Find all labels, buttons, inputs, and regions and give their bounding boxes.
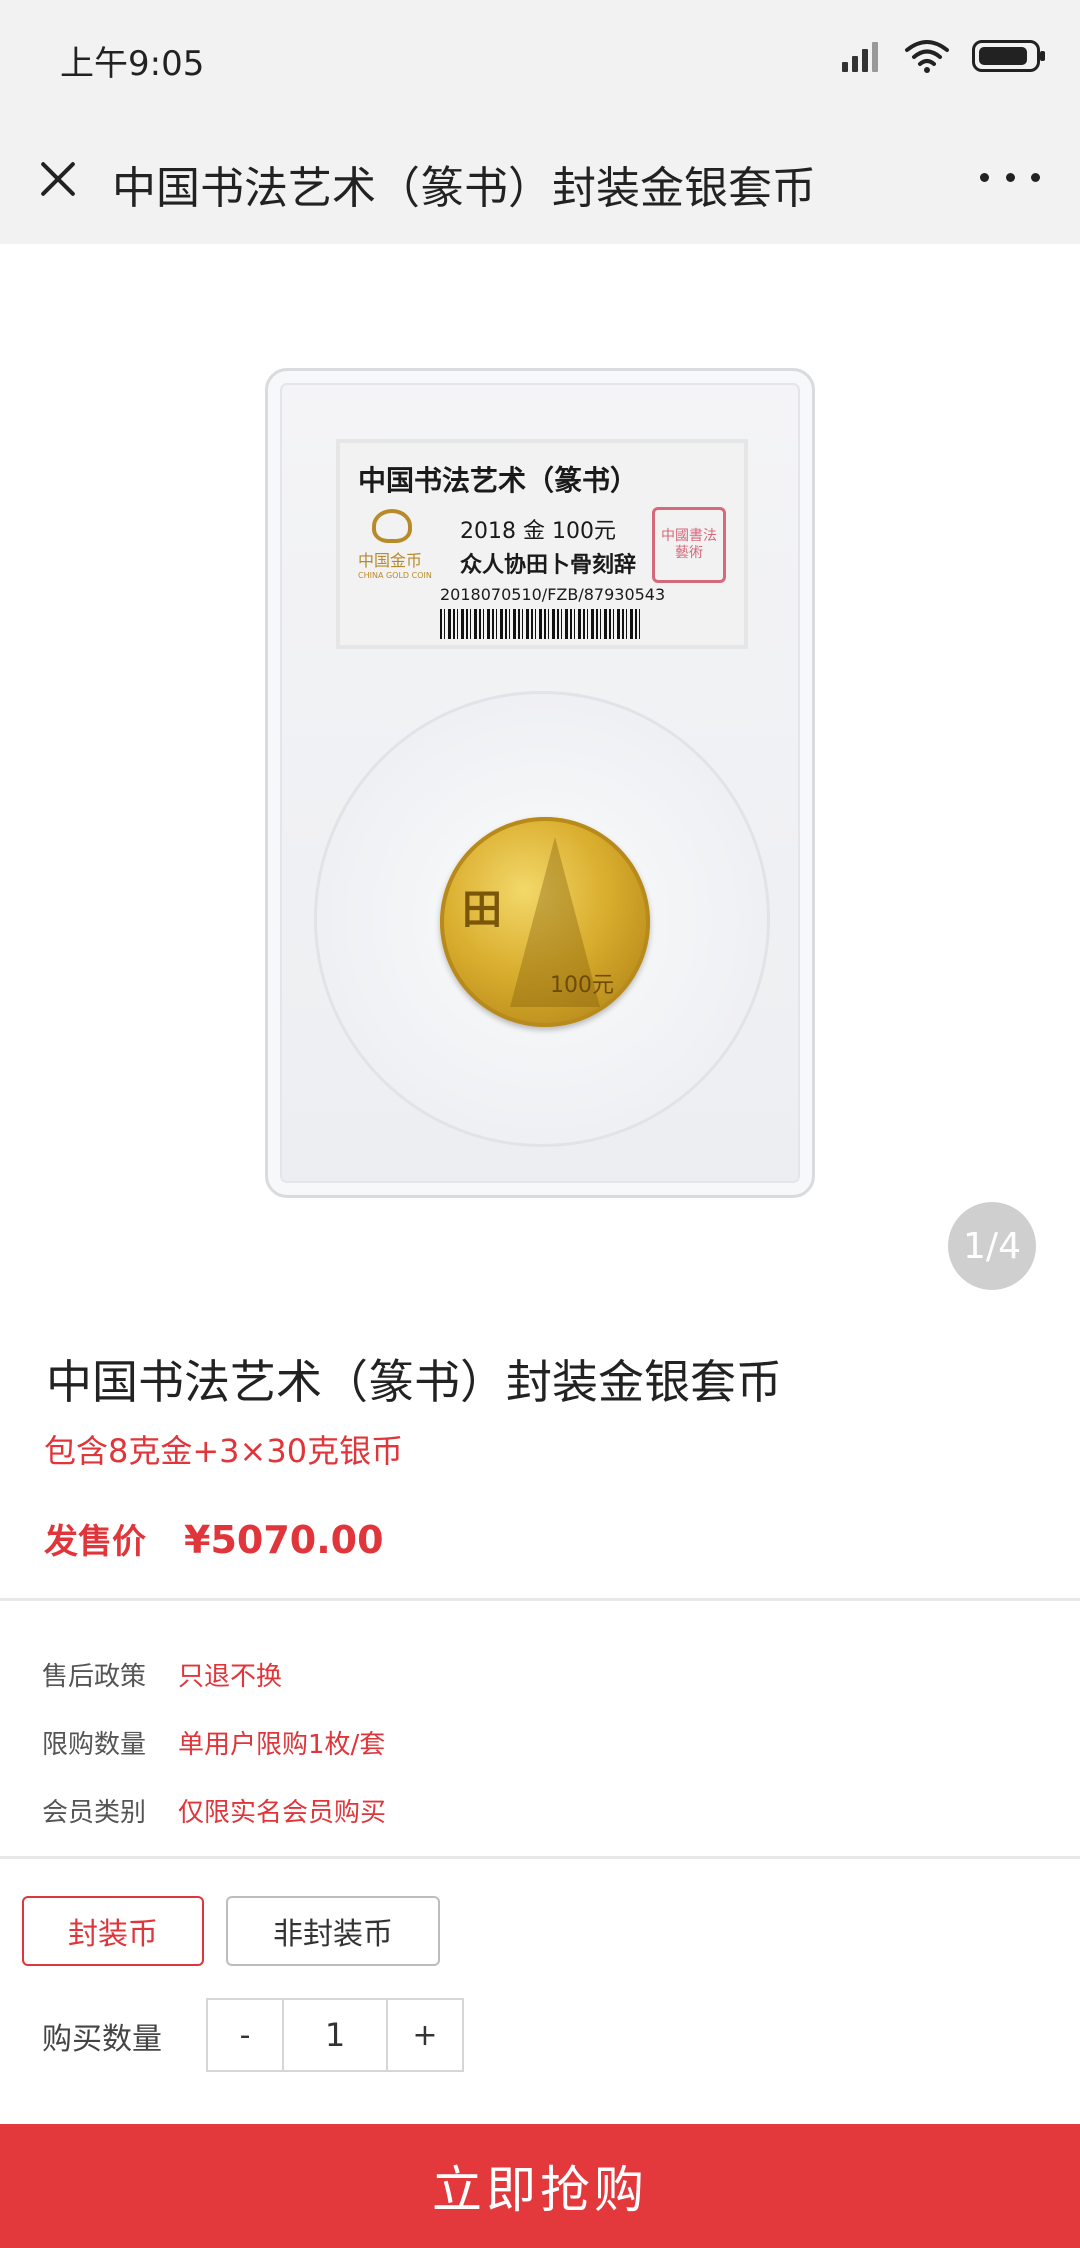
more-icon[interactable] [980,162,1040,192]
buy-now-button[interactable]: 立即抢购 [0,2124,1080,2248]
quantity-plus-button[interactable]: + [388,2000,462,2070]
price-label: 发售价 [44,1522,146,1562]
policy-value: 仅限实名会员购买 [178,1797,387,1828]
slab-label-serial: 2018070510/FZB/87930543 [440,585,666,604]
product-title: 中国书法艺术（篆书）封装金银套币 [46,1355,782,1409]
policy-row-purchase-limit: 限购数量 单用户限购1枚/套 [42,1708,386,1776]
quantity-minus-button[interactable]: - [208,2000,282,2070]
slab-label-spec: 2018 金 100元 [460,519,616,544]
divider [0,1598,1080,1601]
signal-icon [842,40,882,72]
slab-label: 中国书法艺术（篆书） 中国金币 CHINA GOLD COIN 2018 金 1… [336,439,748,649]
option-unsealed-coin-button[interactable]: 非封装币 [226,1896,440,1966]
policy-list: 售后政策 只退不换 限购数量 单用户限购1枚/套 会员类别 仅限实名会员购买 [42,1640,386,1844]
gold-coin: 田 100元 [440,817,650,1027]
product-subtitle: 包含8克金+3×30克银币 [44,1432,404,1470]
image-pager-badge: 1/4 [948,1202,1036,1290]
china-gold-coin-logo: 中国金币 CHINA GOLD COIN [358,509,432,589]
status-time: 上午9:05 [60,44,205,84]
status-bar: 上午9:05 [0,0,1080,112]
slab-label-title: 中国书法艺术（篆书） [358,464,639,497]
quantity-stepper: - 1 + [206,1998,464,2072]
slab-label-name: 众人协田卜骨刻辞 [460,553,637,578]
product-image-carousel[interactable]: 中国书法艺术（篆书） 中国金币 CHINA GOLD COIN 2018 金 1… [0,244,1080,1290]
quantity-label: 购买数量 [42,2022,162,2057]
option-sealed-coin-button[interactable]: 封装币 [22,1896,204,1966]
price-row: 发售价 ¥5070.00 [44,1514,384,1563]
quantity-input[interactable]: 1 [282,2000,388,2070]
policy-value: 单用户限购1枚/套 [178,1729,386,1760]
barcode [440,609,640,639]
close-icon[interactable] [30,150,86,206]
policy-row-after-sales: 售后政策 只退不换 [42,1640,386,1708]
slab-coin-window: 田 100元 [314,691,770,1147]
policy-key: 售后政策 [42,1661,147,1692]
policy-key: 限购数量 [42,1729,147,1760]
seal-stamp: 中國書法藝術 [652,507,726,583]
price-value: ¥5070.00 [184,1518,384,1562]
coin-slab-image: 中国书法艺术（篆书） 中国金币 CHINA GOLD COIN 2018 金 1… [265,368,815,1198]
nav-bar: 中国书法艺术（篆书）封装金银套币 [0,112,1080,244]
divider [0,1856,1080,1859]
wifi-icon [905,40,949,73]
nav-title: 中国书法艺术（篆书）封装金银套币 [112,163,816,214]
battery-icon [972,40,1045,72]
policy-value: 只退不换 [178,1661,283,1692]
policy-row-member-type: 会员类别 仅限实名会员购买 [42,1776,386,1844]
status-icons [842,36,1045,76]
policy-key: 会员类别 [42,1797,147,1828]
